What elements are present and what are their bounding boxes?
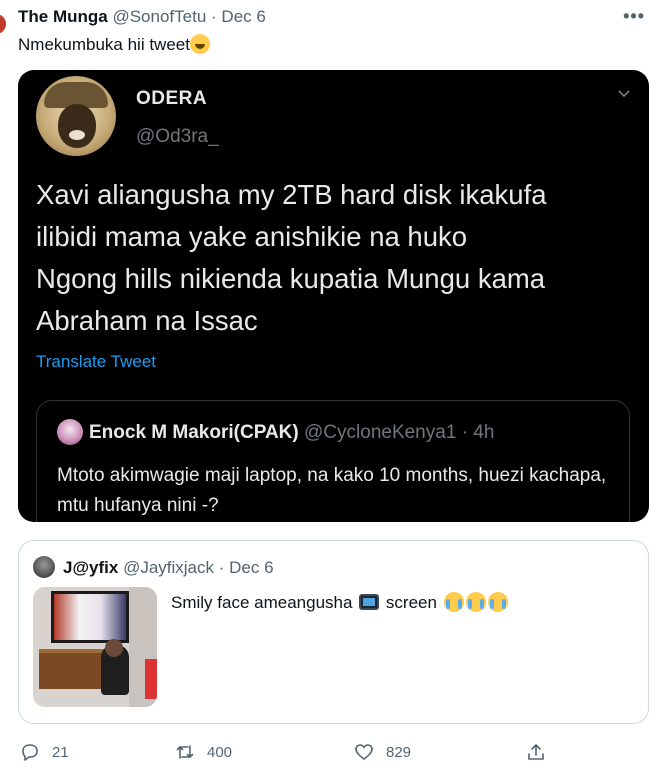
tweet-text: Nmekumbuka hii tweet: [18, 34, 210, 55]
crying-face-emoji-icon: [487, 592, 508, 612]
retweet-button[interactable]: 400: [175, 740, 232, 764]
reply-count: 21: [52, 743, 69, 761]
enock-name[interactable]: Enock M Makori(CPAK): [89, 422, 299, 443]
crying-face-emoji-icon: [443, 592, 464, 612]
more-options-icon[interactable]: •••: [623, 6, 645, 27]
nested-quoted-tweet[interactable]: Enock M Makori(CPAK) @CycloneKenya1 · 4h…: [36, 400, 630, 522]
tweet-text-content: Nmekumbuka hii tweet: [18, 35, 190, 54]
jayfix-avatar[interactable]: [33, 556, 55, 578]
avatar-mouth: [69, 130, 85, 140]
retweet-count: 400: [207, 743, 233, 761]
translate-tweet-link[interactable]: Translate Tweet: [36, 352, 156, 372]
quoted-tweet-odera[interactable]: ODERA @Od3ra_ Xavi aliangusha my 2TB har…: [18, 70, 649, 522]
odera-tweet-text: Xavi aliangusha my 2TB hard disk ikakufa…: [36, 174, 636, 342]
reply-button[interactable]: 21: [20, 740, 69, 764]
jayfix-text-before: Smily face ameangusha: [171, 593, 353, 612]
jayfix-tweet-header: J@yfix @Jayfixjack · Dec 6: [63, 558, 274, 578]
like-button[interactable]: 829: [354, 740, 411, 764]
share-icon: [528, 744, 544, 760]
chevron-down-icon[interactable]: [617, 86, 631, 100]
avatar-face: [58, 104, 96, 148]
author-handle[interactable]: @SonofTetu: [112, 7, 206, 26]
retweet-icon: [176, 745, 194, 759]
odera-avatar[interactable]: [36, 76, 116, 156]
tweet-date[interactable]: Dec 6: [221, 7, 265, 26]
tweet-action-bar: 21 400 829: [0, 740, 665, 768]
share-button[interactable]: [526, 740, 546, 764]
like-count: 829: [386, 743, 412, 761]
nested-tweet-header: Enock M Makori(CPAK) @CycloneKenya1 · 4h: [89, 422, 494, 444]
tv-emoji-icon: [359, 594, 380, 610]
jayfix-tweet-text: Smily face ameangusha screen: [171, 592, 508, 613]
enock-handle[interactable]: @CycloneKenya1: [304, 422, 456, 443]
odera-name[interactable]: ODERA: [136, 88, 207, 110]
tweet-header: The Munga @SonofTetu · Dec 6: [18, 7, 266, 27]
heart-icon: [355, 744, 373, 760]
odera-text-line: Abraham na Issac: [36, 305, 258, 336]
tears-of-joy-emoji-icon: [189, 34, 210, 54]
odera-text-line: ilibidi mama yake anishikie na huko: [36, 221, 468, 252]
odera-handle[interactable]: @Od3ra_: [136, 126, 219, 148]
image-broken-tv: [51, 591, 129, 643]
separator-dot: ·: [461, 422, 468, 443]
jayfix-text-after: screen: [385, 593, 437, 612]
crying-face-emoji-icon: [465, 592, 486, 612]
author-name[interactable]: The Munga: [18, 7, 108, 26]
jayfix-name[interactable]: J@yfix: [63, 558, 118, 577]
odera-text-line: Ngong hills nikienda kupatia Mungu kama: [36, 263, 546, 294]
image-red-object: [145, 659, 157, 699]
jayfix-tweet-date[interactable]: Dec 6: [229, 558, 273, 577]
separator-dot: ·: [218, 558, 225, 577]
tweet-media-image[interactable]: [33, 587, 157, 707]
quoted-tweet-jayfix[interactable]: J@yfix @Jayfixjack · Dec 6 Smily face am…: [18, 540, 649, 724]
odera-text-line: Xavi aliangusha my 2TB hard disk ikakufa: [36, 179, 547, 210]
nested-tweet-time[interactable]: 4h: [473, 422, 494, 443]
reply-icon: [22, 744, 38, 761]
separator-dot: ·: [211, 7, 217, 26]
image-child-face: [105, 639, 123, 657]
jayfix-handle[interactable]: @Jayfixjack: [123, 558, 214, 577]
author-avatar[interactable]: [0, 14, 6, 34]
nested-tweet-text: Mtoto akimwagie maji laptop, na kako 10 …: [57, 465, 607, 516]
enock-avatar[interactable]: [57, 419, 83, 445]
